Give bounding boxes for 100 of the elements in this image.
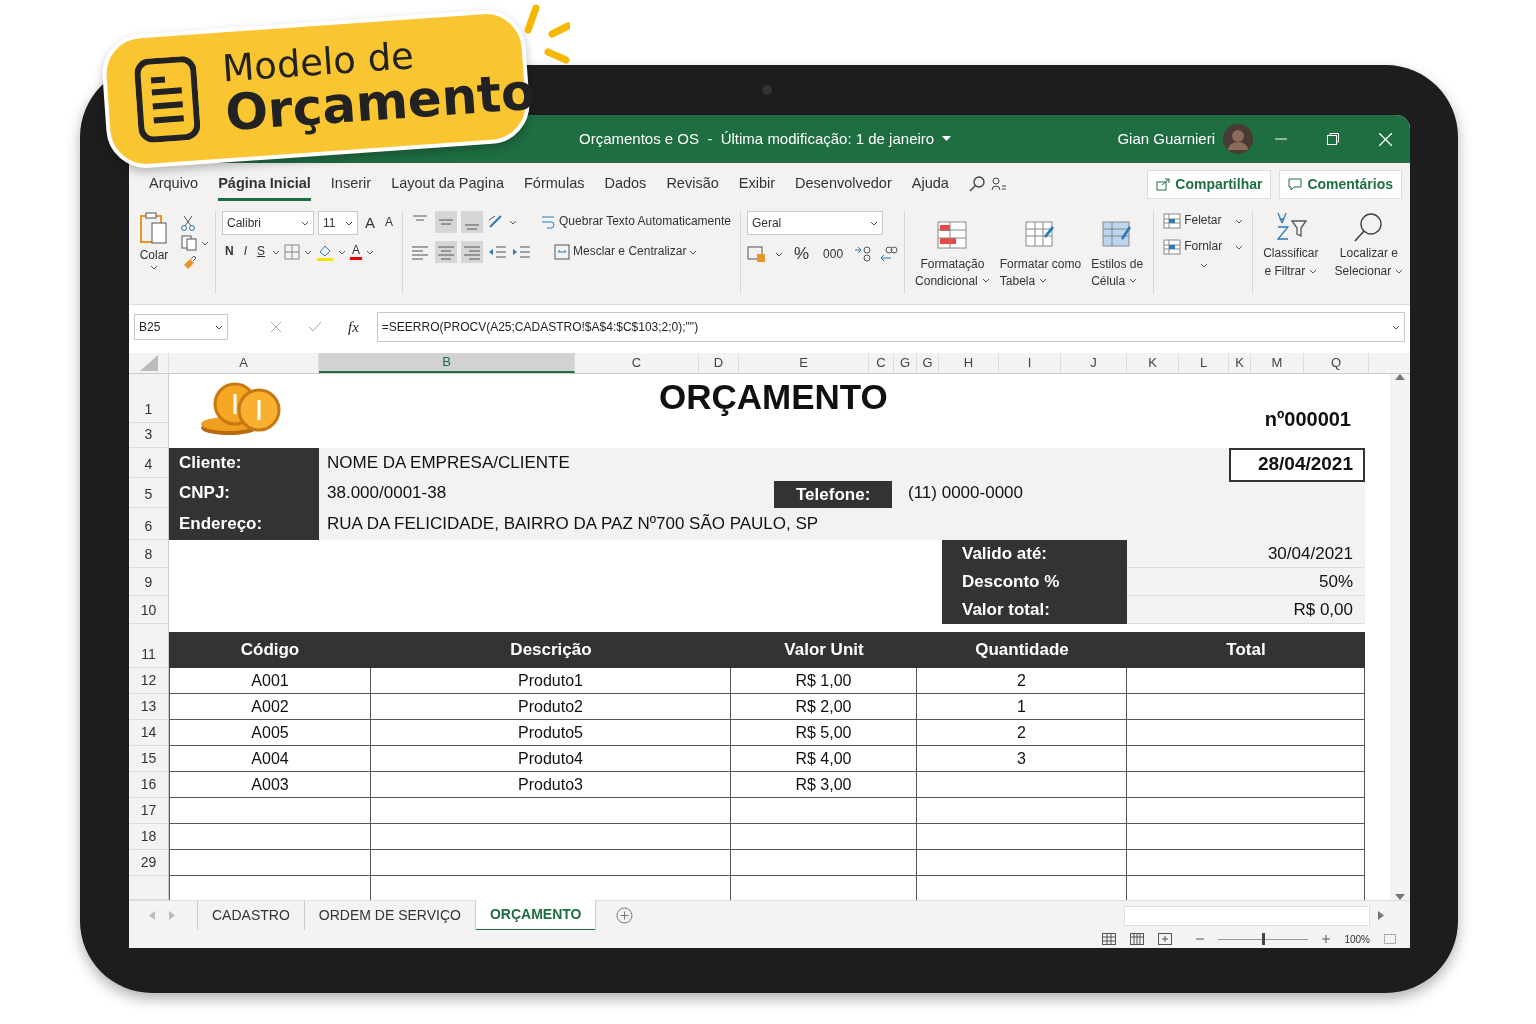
- decrease-decimal-icon[interactable]: [880, 246, 899, 263]
- menu-tab[interactable]: Exibir: [728, 167, 786, 201]
- row-number[interactable]: 8: [129, 540, 169, 568]
- check-icon[interactable]: [308, 321, 322, 333]
- fill-color-icon[interactable]: [316, 243, 335, 261]
- zoom-level[interactable]: 100%: [1344, 931, 1370, 947]
- menu-tab[interactable]: Layout da Pagina: [381, 167, 514, 201]
- column-header[interactable]: G: [894, 353, 917, 373]
- wrap-text-button[interactable]: Quebrar Texto Automaticamente: [537, 212, 734, 232]
- italic-button[interactable]: I: [240, 243, 250, 261]
- column-header[interactable]: G: [917, 353, 939, 373]
- cells-button[interactable]: Fornlar: [1160, 237, 1247, 257]
- add-sheet-icon[interactable]: [616, 907, 634, 924]
- style-button[interactable]: Estilos de Célula: [1087, 211, 1148, 294]
- menu-tab[interactable]: Dados: [594, 167, 657, 201]
- percent-button[interactable]: %: [790, 243, 813, 266]
- menu-tab[interactable]: Ajuda: [901, 167, 959, 201]
- column-header[interactable]: C: [869, 353, 894, 373]
- row-number[interactable]: 15: [129, 746, 169, 772]
- cut-icon[interactable]: [181, 215, 195, 231]
- menu-tab[interactable]: Fórmulas: [514, 167, 595, 201]
- row-number[interactable]: 14: [129, 720, 169, 746]
- align-right-icon[interactable]: [461, 241, 484, 263]
- person-icon[interactable]: [990, 177, 1007, 191]
- merge-center-button[interactable]: Mesclar e Centralizar: [551, 242, 701, 262]
- cancel-icon[interactable]: [270, 321, 282, 333]
- restore-icon[interactable]: [1327, 133, 1339, 145]
- row-number[interactable]: 6: [129, 508, 169, 540]
- column-header[interactable]: L: [1179, 353, 1229, 373]
- row-number[interactable]: 12: [129, 668, 169, 694]
- increase-decimal-icon[interactable]: [854, 246, 873, 263]
- search-icon[interactable]: [968, 176, 985, 192]
- editing-button[interactable]: Classificar e Filtrar: [1259, 211, 1323, 294]
- align-bottom-icon[interactable]: [461, 211, 484, 233]
- menu-tab[interactable]: Arquivo: [139, 167, 209, 201]
- style-button[interactable]: Formatar como Tabela: [995, 211, 1086, 294]
- grow-font-button[interactable]: A: [362, 212, 378, 234]
- column-header[interactable]: I: [999, 353, 1061, 373]
- editing-button[interactable]: Localizar e Selecionar: [1330, 211, 1408, 294]
- copy-icon[interactable]: [181, 235, 197, 251]
- column-header[interactable]: Q: [1304, 353, 1369, 373]
- increase-indent-icon[interactable]: [511, 244, 532, 260]
- column-header[interactable]: K: [1229, 353, 1251, 373]
- row-number[interactable]: 17: [129, 798, 169, 824]
- style-button[interactable]: Formatação Condicional: [911, 211, 994, 294]
- menu-tab[interactable]: Revisão: [656, 167, 729, 201]
- borders-icon[interactable]: [284, 244, 301, 260]
- row-number[interactable]: 5: [129, 478, 169, 508]
- horizontal-scrollbar[interactable]: [1124, 905, 1370, 926]
- row-number[interactable]: 18: [129, 824, 169, 850]
- column-header[interactable]: M: [1251, 353, 1304, 373]
- row-number[interactable]: 29: [129, 850, 169, 876]
- menu-tab[interactable]: Inserir: [320, 167, 382, 201]
- page-layout-icon[interactable]: [1130, 933, 1145, 945]
- formula-field[interactable]: =SEERRO(PROCV(A25;CADASTRO!$A$4:$C$103;2;0);""): [376, 312, 1405, 342]
- column-header[interactable]: H: [939, 353, 999, 373]
- row-number[interactable]: 13: [129, 694, 169, 720]
- shrink-font-button[interactable]: A: [382, 214, 397, 232]
- close-icon[interactable]: [1379, 132, 1392, 146]
- column-header[interactable]: C: [575, 353, 699, 373]
- scroll-right-icon[interactable]: [1378, 911, 1384, 920]
- normal-view-icon[interactable]: [1102, 933, 1117, 945]
- row-number[interactable]: 10: [129, 596, 169, 624]
- row-number[interactable]: 1: [129, 374, 169, 423]
- row-number[interactable]: 9: [129, 568, 169, 596]
- row-number[interactable]: 16: [129, 772, 169, 798]
- zoom-slider-thumb[interactable]: [1262, 933, 1266, 945]
- comments-button[interactable]: Comentários: [1279, 169, 1402, 199]
- underline-button[interactable]: S: [254, 243, 269, 261]
- menu-tab[interactable]: Desenvolvedor: [785, 167, 902, 201]
- column-header[interactable]: K: [1127, 353, 1179, 373]
- page-break-icon[interactable]: [1158, 933, 1173, 945]
- bold-button[interactable]: N: [222, 243, 237, 261]
- column-header[interactable]: J: [1061, 353, 1127, 373]
- menu-tab[interactable]: Página Inicial: [208, 167, 321, 201]
- name-box[interactable]: B25: [134, 314, 228, 340]
- align-center-icon[interactable]: [435, 241, 458, 263]
- column-header[interactable]: E: [739, 353, 869, 373]
- comment-icon: [1288, 177, 1303, 191]
- align-middle-icon[interactable]: [435, 211, 458, 233]
- font-size-dropdown[interactable]: 11: [318, 211, 358, 235]
- column-header[interactable]: B: [319, 353, 575, 373]
- caret-icon: [1200, 263, 1209, 268]
- zoom-in-icon[interactable]: [1322, 935, 1331, 943]
- row-number[interactable]: 11: [129, 624, 169, 668]
- thousands-button[interactable]: 000: [820, 245, 847, 263]
- row-number[interactable]: 4: [129, 448, 169, 478]
- cells-button[interactable]: Feletar: [1160, 211, 1247, 231]
- decrease-indent-icon[interactable]: [487, 244, 508, 260]
- font-color-button[interactable]: A: [350, 243, 363, 261]
- sheet-tab[interactable]: ORÇAMENTO: [475, 899, 597, 932]
- paste-button[interactable]: Colar: [135, 211, 173, 294]
- accounting-icon[interactable]: [746, 245, 767, 264]
- row-number[interactable]: 3: [129, 423, 169, 448]
- share-button[interactable]: Compartilhar: [1147, 169, 1272, 199]
- insert-function-button[interactable]: fx: [348, 315, 359, 339]
- fit-icon[interactable]: [1384, 934, 1396, 944]
- font-name-dropdown[interactable]: Calibri: [222, 211, 314, 235]
- number-format-dropdown[interactable]: Geral: [746, 211, 883, 235]
- column-header[interactable]: D: [699, 353, 739, 373]
